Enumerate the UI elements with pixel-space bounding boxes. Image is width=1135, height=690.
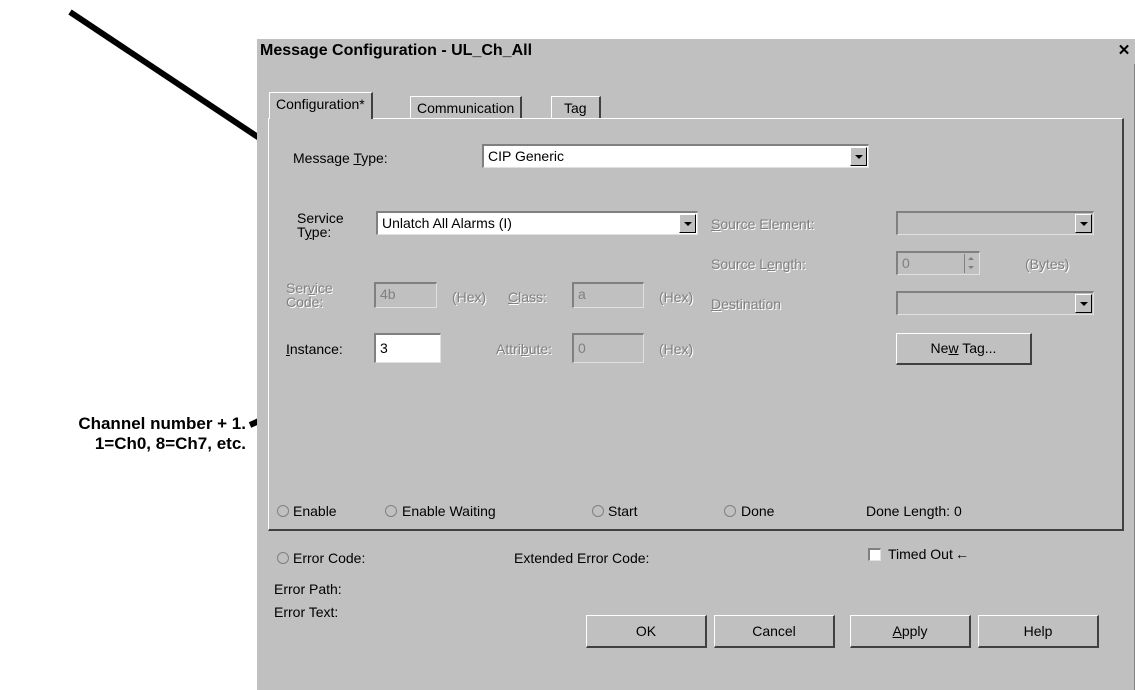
source-length-field: 0 <box>896 251 980 275</box>
service-code-field: 4b <box>374 282 437 308</box>
start-label: Start <box>608 503 638 519</box>
ok-button[interactable]: OK <box>586 615 707 648</box>
tab-configuration-label: Configuration* <box>276 96 365 112</box>
tab-tag-label: Tag <box>564 100 587 116</box>
enable-radio <box>277 505 289 517</box>
tab-communication[interactable]: Communication <box>410 96 523 118</box>
chevron-down-icon <box>1075 214 1092 233</box>
channel-note-line-1: Channel number + 1. <box>78 414 246 433</box>
tab-communication-label: Communication <box>417 100 515 116</box>
chevron-down-icon <box>1075 294 1092 313</box>
enable-label: Enable <box>293 503 337 519</box>
timed-out-label: Timed Out <box>888 546 953 562</box>
message-configuration-dialog: Message Configuration - UL_Ch_All ✕ Conf… <box>257 39 1135 690</box>
service-type-value: Unlatch All Alarms (I) <box>382 215 512 231</box>
dialog-title: Message Configuration - UL_Ch_All <box>260 42 533 59</box>
source-element-label: Source Element: <box>711 216 815 232</box>
error-code-label: Error Code: <box>293 550 366 566</box>
enable-waiting-radio <box>385 505 397 517</box>
service-type-label: Service Type: <box>297 210 344 240</box>
class-field: a <box>572 282 644 308</box>
destination-select <box>896 291 1094 315</box>
done-radio <box>724 505 736 517</box>
done-length: Done Length: 0 <box>866 503 962 519</box>
service-code-value: 4b <box>380 286 396 302</box>
bytes-unit: (Bytes) <box>1025 256 1070 272</box>
channel-note-line-2: 1=Ch0, 8=Ch7, etc. <box>94 434 246 453</box>
attribute-field: 0 <box>572 333 644 363</box>
start-radio <box>592 505 604 517</box>
new-tag-button[interactable]: New Tag... <box>896 333 1032 365</box>
help-button-label: Help <box>1023 623 1053 639</box>
class-label: Class: <box>508 289 547 305</box>
source-length-label: Source Length: <box>711 256 806 272</box>
instance-value: 3 <box>380 340 388 356</box>
help-button[interactable]: Help <box>978 615 1099 648</box>
error-code-radio <box>277 552 289 564</box>
message-type-value: CIP Generic <box>488 148 564 164</box>
instance-input[interactable]: 3 <box>374 333 441 363</box>
configuration-panel: Message Type: CIP Generic Service Type: U… <box>268 118 1124 531</box>
error-path-label: Error Path: <box>274 581 342 597</box>
tab-tag[interactable]: Tag <box>551 96 601 118</box>
class-hex-unit: (Hex) <box>659 289 694 305</box>
message-type-select[interactable]: CIP Generic <box>482 144 869 168</box>
cancel-button[interactable]: Cancel <box>714 615 835 648</box>
destination-label: Destination <box>711 296 782 312</box>
source-element-select <box>896 211 1094 235</box>
arrow-left-icon: ← <box>955 546 969 562</box>
channel-note: Channel number + 1. 1=Ch0, 8=Ch7, etc. <box>0 414 246 454</box>
attribute-hex-unit: (Hex) <box>659 341 694 357</box>
error-text-label: Error Text: <box>274 604 339 620</box>
title-bar: Message Configuration - UL_Ch_All ✕ <box>257 39 1135 64</box>
close-icon[interactable]: ✕ <box>1117 43 1131 58</box>
chevron-down-icon[interactable] <box>850 147 867 166</box>
apply-button[interactable]: Apply <box>850 615 971 648</box>
timed-out-checkbox[interactable] <box>868 548 881 561</box>
tab-configuration[interactable]: Configuration* <box>269 92 373 119</box>
class-value: a <box>578 286 586 302</box>
attribute-value: 0 <box>578 340 586 356</box>
ok-button-label: OK <box>635 623 657 639</box>
service-code-hex-unit: (Hex) <box>452 289 487 305</box>
service-type-select[interactable]: Unlatch All Alarms (I) <box>376 211 698 235</box>
message-type-label: Message Type: <box>293 150 388 166</box>
service-code-label: Service Code: <box>286 280 333 310</box>
instance-label: Instance: <box>286 341 343 357</box>
extended-error-code-label: Extended Error Code: <box>514 550 650 566</box>
done-label: Done <box>741 503 775 519</box>
spinner-icon <box>964 254 978 273</box>
attribute-label: Attribute: <box>496 341 553 357</box>
chevron-down-icon[interactable] <box>679 214 696 233</box>
cancel-button-label: Cancel <box>752 623 796 639</box>
enable-waiting-label: Enable Waiting <box>402 503 496 519</box>
source-length-value: 0 <box>902 255 910 271</box>
